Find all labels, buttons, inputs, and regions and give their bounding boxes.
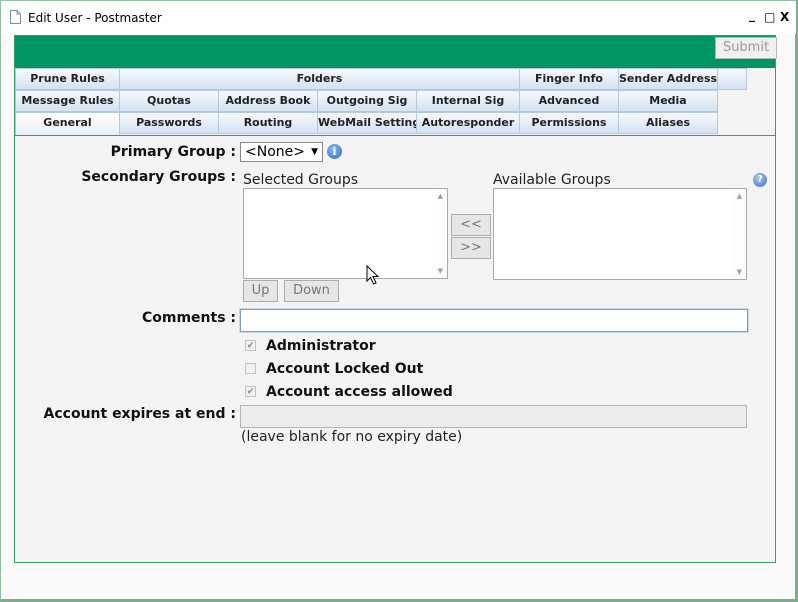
- available-groups-list[interactable]: ▲ ▼: [493, 188, 747, 280]
- scroll-down-icon[interactable]: ▼: [438, 267, 443, 275]
- account-expires-label: Account expires at end :: [43, 406, 236, 422]
- account-expires-input[interactable]: [240, 405, 747, 428]
- move-down-button[interactable]: Down: [284, 280, 339, 302]
- tab-prune-rules[interactable]: Prune Rules: [15, 68, 120, 90]
- account-access-allowed-checkbox[interactable]: ✔: [245, 386, 256, 397]
- tab-general[interactable]: General: [15, 112, 120, 136]
- selected-groups-list[interactable]: ▲ ▼: [243, 188, 448, 279]
- administrator-checkbox[interactable]: ✔: [245, 340, 256, 351]
- header-banner: Submit: [15, 36, 777, 68]
- tab-advanced[interactable]: Advanced: [519, 90, 619, 112]
- tab-finger-info[interactable]: Finger Info: [519, 68, 619, 90]
- info-icon[interactable]: i: [327, 144, 342, 159]
- tab-address-book[interactable]: Address Book: [218, 90, 318, 112]
- tab-aliases[interactable]: Aliases: [618, 112, 718, 134]
- scroll-up-icon[interactable]: ▲: [737, 192, 742, 200]
- minimize-icon[interactable]: _: [749, 8, 755, 22]
- submit-button[interactable]: Submit: [715, 37, 777, 59]
- available-groups-label: Available Groups: [493, 172, 611, 188]
- tab-passwords[interactable]: Passwords: [119, 112, 219, 134]
- account-access-allowed-label: Account access allowed: [266, 384, 453, 400]
- tab-divider: [15, 135, 775, 136]
- scroll-up-icon[interactable]: ▲: [438, 192, 443, 200]
- secondary-groups-label: Secondary Groups :: [81, 169, 236, 185]
- comments-label: Comments :: [141, 310, 236, 326]
- tab-outgoing-sig[interactable]: Outgoing Sig: [317, 90, 417, 112]
- tab-permissions[interactable]: Permissions: [519, 112, 619, 134]
- document-icon: [10, 10, 21, 24]
- tab-media[interactable]: Media: [618, 90, 718, 112]
- scrollbar[interactable]: ▲ ▼: [432, 189, 447, 278]
- tab-routing[interactable]: Routing: [218, 112, 318, 134]
- tab-message-rules[interactable]: Message Rules: [15, 90, 120, 112]
- close-icon[interactable]: X: [780, 10, 789, 24]
- administrator-label: Administrator: [266, 338, 376, 354]
- primary-group-select[interactable]: <None> ▼: [240, 142, 323, 162]
- primary-group-label: Primary Group :: [110, 144, 236, 160]
- add-group-button[interactable]: <<: [451, 214, 491, 236]
- tab-empty: [717, 68, 747, 90]
- account-locked-out-checkbox[interactable]: [245, 363, 256, 374]
- primary-group-value: <None>: [245, 144, 305, 160]
- tab-folders[interactable]: Folders: [119, 68, 520, 90]
- window-title: Edit User - Postmaster: [28, 11, 162, 25]
- content-panel: Submit Prune Rules Folders Finger Info S…: [14, 35, 777, 563]
- tab-webmail-settings[interactable]: WebMail Settings: [317, 112, 427, 134]
- comments-input[interactable]: [240, 309, 748, 332]
- tab-autoresponder[interactable]: Autoresponder: [416, 112, 520, 134]
- maximize-icon[interactable]: □: [764, 10, 775, 24]
- dropdown-arrow-icon: ▼: [311, 147, 318, 157]
- title-bar: Edit User - Postmaster _ □ X: [1, 1, 796, 34]
- mouse-pointer-icon: [366, 265, 380, 285]
- account-locked-out-label: Account Locked Out: [266, 361, 424, 377]
- tab-internal-sig[interactable]: Internal Sig: [416, 90, 520, 112]
- scroll-down-icon[interactable]: ▼: [737, 268, 742, 276]
- tab-quotas[interactable]: Quotas: [119, 90, 219, 112]
- help-icon[interactable]: ?: [753, 173, 767, 187]
- selected-groups-label: Selected Groups: [243, 172, 359, 188]
- scrollbar[interactable]: ▲ ▼: [731, 189, 746, 279]
- expiry-hint: (leave blank for no expiry date): [241, 429, 463, 445]
- edit-user-window: Edit User - Postmaster _ □ X Submit Prun…: [0, 0, 798, 602]
- remove-group-button[interactable]: >>: [451, 237, 491, 259]
- tab-sender-address[interactable]: Sender Address: [618, 68, 718, 90]
- move-up-button[interactable]: Up: [243, 280, 278, 302]
